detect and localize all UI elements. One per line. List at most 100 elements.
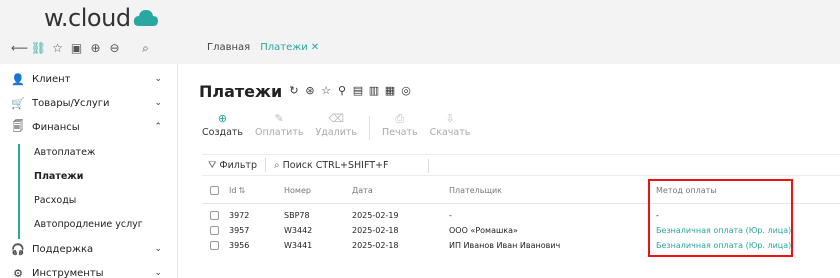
cell-payer: - (449, 211, 452, 220)
star-icon[interactable]: ☆ (48, 40, 67, 56)
row-checkbox[interactable] (210, 226, 219, 235)
sidebar-item-goods[interactable]: 🛒 Товары/Услуги ⌄ (0, 91, 178, 115)
headset-icon: 🎧 (11, 242, 25, 256)
back-arrow-icon[interactable]: ⟵ (10, 40, 29, 56)
cloud-logo-icon (133, 8, 159, 28)
sidebar-item-label: Финансы (32, 121, 80, 133)
column-date[interactable]: Дата (352, 186, 373, 195)
create-label: Создать (202, 127, 244, 138)
column-id-label: Id (229, 186, 237, 195)
plus-circle-icon[interactable]: ⊕ (86, 40, 105, 56)
search-input[interactable]: Поиск CTRL+SHIFT+F (283, 160, 389, 171)
sidebar-item-support[interactable]: 🎧 Поддержка ⌄ (0, 237, 178, 261)
row-checkbox[interactable] (210, 211, 219, 220)
sidebar-item-label: Товары/Услуги (32, 97, 110, 109)
print-icon: ⎙ (395, 112, 405, 125)
cell-date: 2025-02-18 (352, 241, 399, 250)
search-icon[interactable]: ⌕ (136, 40, 155, 56)
download-icon: ⇩ (445, 112, 455, 125)
cell-number: SBP78 (284, 211, 310, 220)
briefcase-icon[interactable]: ▣ (67, 40, 86, 56)
print-icon[interactable]: ▦ (384, 84, 396, 98)
close-icon[interactable]: ✕ (311, 42, 319, 53)
sort-icon[interactable]: ⇅ (238, 186, 245, 195)
notes-icon[interactable]: ▤ (352, 84, 364, 98)
sidebar-item-tools[interactable]: ⚙ Инструменты ⌄ (0, 261, 178, 278)
cell-payer: ИП Иванов Иван Иванович (449, 241, 561, 250)
chevron-down-icon: ⌄ (154, 268, 162, 278)
chevron-down-icon: ⌄ (154, 74, 162, 84)
delete-label: Удалить (315, 127, 358, 138)
export-icon[interactable]: ▥ (368, 84, 380, 98)
top-bar: w.cloud ⟵ ⛓ ☆ ▣ ⊕ ⊖ ⌕ Главная Платежи ✕ (0, 0, 840, 64)
hierarchy-icon[interactable]: ⛓ (29, 40, 48, 56)
filter-bar: ⛛ Фильтр ⌕ Поиск CTRL+SHIFT+F (202, 154, 840, 176)
page-title: Платежи (199, 82, 283, 101)
sidebar-item-autorenew[interactable]: Автопродление услуг (34, 215, 143, 235)
chevron-down-icon: ⌄ (154, 244, 162, 254)
select-all-checkbox[interactable] (210, 186, 219, 195)
column-number[interactable]: Номер (284, 186, 311, 195)
sidebar-item-finance[interactable]: 🗐 Финансы ⌃ (0, 115, 178, 139)
sidebar-item-payments[interactable]: Платежи (34, 167, 83, 187)
sidebar-item-label: Инструменты (32, 267, 104, 278)
title-icons: ↻ ⊛ ☆ ⚲ ▤ ▥ ▦ ◎ (288, 84, 412, 98)
help-icon[interactable]: ◎ (400, 84, 412, 98)
cell-date: 2025-02-18 (352, 226, 399, 235)
delete-button[interactable]: ⌫ Удалить (315, 112, 357, 140)
divider (265, 158, 266, 172)
cell-payer: ООО «Ромашка» (449, 226, 518, 235)
column-id[interactable]: Id ⇅ (229, 186, 245, 195)
action-bar: ⊕ Создать ✎ Оплатить ⌫ Удалить ⎙ Печать … (202, 112, 482, 140)
sidebar: 👤 Клиент ⌄ 🛒 Товары/Услуги ⌄ 🗐 Финансы ⌃… (0, 64, 178, 278)
search-icon: ⌕ (274, 159, 280, 171)
pay-button[interactable]: ✎ Оплатить (255, 112, 303, 140)
tab-bar: Главная Платежи ✕ (207, 41, 329, 57)
cell-number: W3442 (284, 226, 313, 235)
edit-icon: ✎ (274, 112, 284, 125)
star-icon[interactable]: ☆ (320, 84, 332, 98)
filter-button[interactable]: Фильтр (219, 160, 257, 171)
cell-date: 2025-02-19 (352, 211, 399, 220)
highlight-box (648, 179, 793, 257)
create-button[interactable]: ⊕ Создать (202, 112, 243, 140)
sidebar-item-label: Поддержка (32, 243, 94, 255)
download-button[interactable]: ⇩ Скачать (430, 112, 471, 140)
tab-payments[interactable]: Платежи ✕ (260, 41, 319, 57)
tab-home[interactable]: Главная (207, 41, 250, 57)
pay-label: Оплатить (255, 127, 304, 138)
divider (428, 159, 429, 173)
row-checkbox[interactable] (210, 241, 219, 250)
logo[interactable]: w.cloud (44, 4, 159, 32)
globe-icon[interactable]: ⊛ (304, 84, 316, 98)
column-payer[interactable]: Плательщик (449, 186, 502, 195)
cell-id: 3972 (229, 211, 250, 220)
cell-id: 3957 (229, 226, 250, 235)
toolbar-icons: ⟵ ⛓ ☆ ▣ ⊕ ⊖ ⌕ (10, 40, 155, 56)
basket-icon: 🛒 (11, 96, 25, 110)
print-button[interactable]: ⎙ Печать (382, 112, 418, 140)
submenu-indicator (18, 144, 20, 239)
chevron-up-icon: ⌃ (154, 122, 162, 132)
pin-icon[interactable]: ⚲ (336, 84, 348, 98)
divider (369, 116, 371, 140)
user-icon: 👤 (11, 72, 25, 86)
document-icon: 🗐 (12, 119, 24, 133)
logo-text: w.cloud (44, 4, 131, 32)
chevron-down-icon: ⌄ (154, 98, 162, 108)
sidebar-item-expenses[interactable]: Расходы (34, 191, 76, 211)
sidebar-item-client[interactable]: 👤 Клиент ⌄ (0, 67, 178, 91)
print-label: Печать (382, 127, 418, 138)
plus-circle-icon: ⊕ (217, 112, 228, 125)
minus-circle-icon[interactable]: ⊖ (105, 40, 124, 56)
cell-number: W3441 (284, 241, 313, 250)
tab-payments-label: Платежи (260, 42, 308, 53)
gear-icon: ⚙ (13, 266, 23, 278)
sidebar-item-label: Клиент (32, 73, 71, 85)
download-label: Скачать (429, 127, 471, 138)
filter-icon: ⛛ (208, 159, 217, 171)
cell-id: 3956 (229, 241, 250, 250)
sidebar-item-autopayment[interactable]: Автоплатеж (34, 143, 96, 163)
delete-icon: ⌫ (328, 112, 345, 125)
refresh-icon[interactable]: ↻ (288, 84, 300, 98)
